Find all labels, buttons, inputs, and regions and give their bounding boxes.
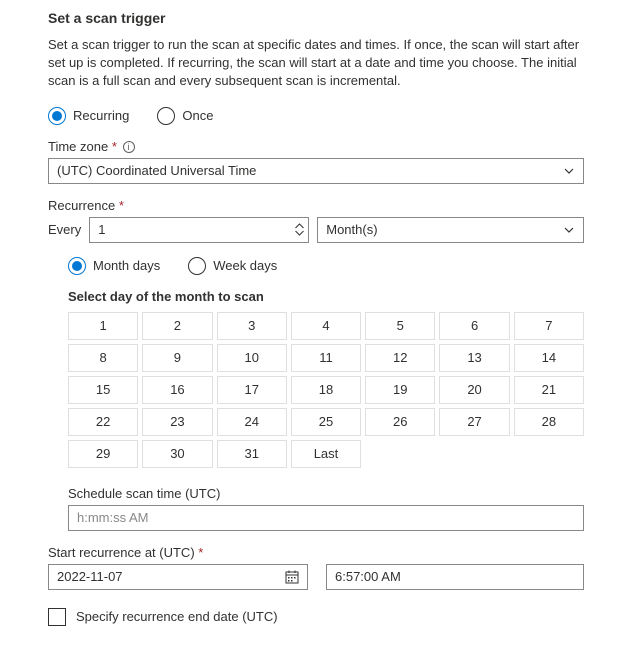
timezone-label: Time zone * i — [48, 139, 584, 154]
calendar-icon — [285, 570, 299, 584]
schedule-time-placeholder: h:mm:ss AM — [77, 510, 149, 525]
recurrence-interval-input[interactable]: 1 — [89, 217, 309, 243]
day-cell[interactable]: 9 — [142, 344, 212, 372]
day-cell[interactable]: 10 — [217, 344, 287, 372]
day-cell[interactable]: 7 — [514, 312, 584, 340]
recurring-radio[interactable]: Recurring — [48, 107, 129, 125]
radio-icon — [48, 107, 66, 125]
day-cell[interactable]: 31 — [217, 440, 287, 468]
day-cell[interactable]: 6 — [439, 312, 509, 340]
day-cell[interactable]: 22 — [68, 408, 138, 436]
day-cell[interactable]: 1 — [68, 312, 138, 340]
quantity-stepper[interactable] — [295, 223, 304, 236]
recurrence-unit-value: Month(s) — [326, 222, 377, 237]
day-cell[interactable]: 19 — [365, 376, 435, 404]
recurring-radio-label: Recurring — [73, 108, 129, 123]
day-cell[interactable]: 3 — [217, 312, 287, 340]
day-cell[interactable]: 28 — [514, 408, 584, 436]
radio-icon — [188, 257, 206, 275]
start-date-input[interactable]: 2022-11-07 — [48, 564, 308, 590]
day-cell[interactable]: 12 — [365, 344, 435, 372]
end-date-checkbox-label: Specify recurrence end date (UTC) — [76, 609, 278, 624]
schedule-time-input[interactable]: h:mm:ss AM — [68, 505, 584, 531]
page-description: Set a scan trigger to run the scan at sp… — [48, 36, 584, 91]
chevron-down-icon — [563, 165, 575, 177]
day-cell[interactable]: 29 — [68, 440, 138, 468]
day-cell[interactable]: 8 — [68, 344, 138, 372]
day-cell[interactable]: 4 — [291, 312, 361, 340]
day-cell[interactable]: 5 — [365, 312, 435, 340]
start-time-input[interactable]: 6:57:00 AM — [326, 564, 584, 590]
day-cell[interactable]: 18 — [291, 376, 361, 404]
week-days-label: Week days — [213, 258, 277, 273]
chevron-down-icon — [563, 224, 575, 236]
month-days-radio[interactable]: Month days — [68, 257, 160, 275]
schedule-time-label: Schedule scan time (UTC) — [68, 486, 584, 501]
day-type-radiogroup: Month days Week days — [68, 257, 584, 275]
day-cell[interactable]: 17 — [217, 376, 287, 404]
start-time-value: 6:57:00 AM — [335, 569, 401, 584]
once-radio[interactable]: Once — [157, 107, 213, 125]
day-cell[interactable]: 25 — [291, 408, 361, 436]
end-date-checkbox[interactable] — [48, 608, 66, 626]
day-cell[interactable]: 20 — [439, 376, 509, 404]
day-cell[interactable]: 30 — [142, 440, 212, 468]
day-cell[interactable]: 23 — [142, 408, 212, 436]
recurrence-unit-select[interactable]: Month(s) — [317, 217, 584, 243]
radio-icon — [157, 107, 175, 125]
start-date-value: 2022-11-07 — [57, 569, 123, 584]
day-cell[interactable]: 2 — [142, 312, 212, 340]
day-cell[interactable]: 15 — [68, 376, 138, 404]
day-cell[interactable]: 16 — [142, 376, 212, 404]
info-icon[interactable]: i — [123, 141, 135, 153]
day-picker-title: Select day of the month to scan — [68, 289, 584, 304]
week-days-radio[interactable]: Week days — [188, 257, 277, 275]
timezone-value: (UTC) Coordinated Universal Time — [57, 163, 256, 178]
day-cell[interactable]: Last — [291, 440, 361, 468]
day-cell[interactable]: 24 — [217, 408, 287, 436]
recurrence-interval-value: 1 — [98, 222, 105, 237]
page-title: Set a scan trigger — [48, 10, 584, 26]
once-radio-label: Once — [182, 108, 213, 123]
start-recurrence-label: Start recurrence at (UTC) * — [48, 545, 584, 560]
trigger-type-radiogroup: Recurring Once — [48, 107, 584, 125]
radio-icon — [68, 257, 86, 275]
day-cell[interactable]: 11 — [291, 344, 361, 372]
day-cell[interactable]: 14 — [514, 344, 584, 372]
day-cell[interactable]: 13 — [439, 344, 509, 372]
day-cell[interactable]: 26 — [365, 408, 435, 436]
day-cell[interactable]: 27 — [439, 408, 509, 436]
month-days-label: Month days — [93, 258, 160, 273]
day-cell[interactable]: 21 — [514, 376, 584, 404]
every-label: Every — [48, 222, 81, 237]
timezone-select[interactable]: (UTC) Coordinated Universal Time — [48, 158, 584, 184]
day-grid: 1234567891011121314151617181920212223242… — [68, 312, 584, 468]
recurrence-label: Recurrence * — [48, 198, 584, 213]
